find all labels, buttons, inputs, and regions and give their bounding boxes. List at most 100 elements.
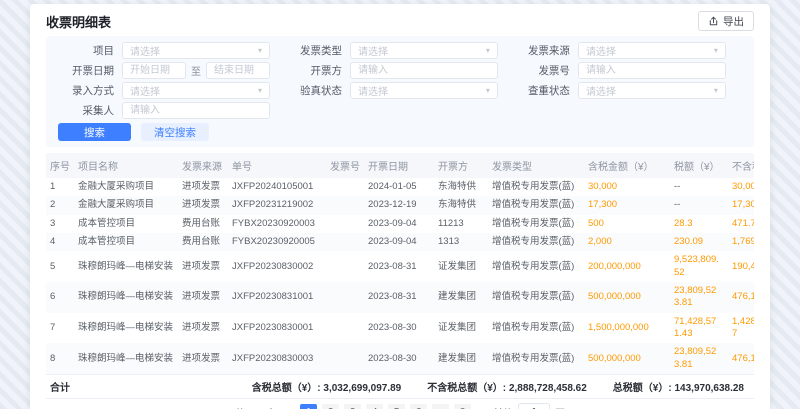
table-row: 4成本管控项目费用台账FYBX202309200052023-09-041313… (46, 233, 754, 251)
cell-no: 1 (46, 178, 74, 196)
filter-label-collector: 采集人 (58, 103, 114, 118)
invoice-report-card: 收票明细表 导出 项目 请选择 ▾ 发票类型 请选择 (30, 4, 770, 409)
invoice-source-placeholder: 请选择 (586, 43, 616, 58)
column-header: 开票日期 (364, 153, 434, 178)
cell-project: 珠穆朗玛峰—电梯安装 (74, 343, 178, 374)
cell-project: 金融大厦采购项目 (74, 178, 178, 196)
cell-tax: 23,809,523.81 (670, 282, 728, 313)
cell-date: 2023-09-04 (364, 233, 434, 251)
start-date-input[interactable] (122, 62, 186, 79)
cell-no: 6 (46, 282, 74, 313)
column-header: 发票来源 (178, 153, 228, 178)
page-button-8[interactable]: 8 (454, 404, 471, 409)
summary-amount-excl-tax: 不含税总额（¥）: 2,888,728,458.62 (427, 379, 587, 394)
clear-search-button[interactable]: 清空搜索 (141, 123, 209, 141)
table-body: 1金融大厦采购项目进项发票JXFP202401050012024-01-05东海… (46, 178, 754, 374)
page-button-1[interactable]: 1 (300, 404, 317, 409)
issuer-input[interactable] (350, 62, 498, 79)
cell-invoice_no (326, 233, 364, 251)
summary-amount-incl-tax: 含税总额（¥）: 3,032,699,097.89 (252, 379, 402, 394)
page-button-5[interactable]: 5 (388, 404, 405, 409)
invoice-no-input[interactable] (578, 62, 726, 79)
cell-date: 2023-08-30 (364, 343, 434, 374)
cell-issuer: 1313 (434, 233, 488, 251)
cell-invoice_no (326, 313, 364, 344)
cell-doc_no: JXFP20240105001 (228, 178, 326, 196)
cell-net: 190,476,190.48 (728, 251, 754, 282)
page-button-6[interactable]: 6 (410, 404, 427, 409)
page-button-4[interactable]: 4 (366, 404, 383, 409)
cell-issuer: 11213 (434, 215, 488, 233)
goto-unit: 页 (555, 405, 565, 409)
table-header-row: 序号项目名称发票来源单号发票号开票日期开票方发票类型含税金额（¥）税额（¥）不含… (46, 153, 754, 178)
cell-doc_no: FYBX20230920003 (228, 215, 326, 233)
table-row: 8珠穆朗玛峰—电梯安装进项发票JXFP20230830003 2023-08-30… (46, 343, 754, 374)
column-header: 项目名称 (74, 153, 178, 178)
table-row: 7珠穆朗玛峰—电梯安装进项发票JXFP202308300012023-08-30… (46, 313, 754, 344)
filter-row: 开票日期 至 开票方 发票号 (58, 62, 742, 79)
verify-status-select[interactable]: 请选择 ▾ (350, 82, 498, 99)
cell-source: 进项发票 (178, 343, 228, 374)
cell-invoice_no (326, 343, 364, 374)
dedup-status-select[interactable]: 请选择 ▾ (578, 82, 726, 99)
cell-type: 增值税专用发票(蓝) (488, 196, 584, 214)
cell-no: 8 (46, 343, 74, 374)
cell-amount: 17,300 (584, 196, 670, 214)
goto-page-input[interactable] (518, 403, 550, 409)
cell-amount: 2,000 (584, 233, 670, 251)
cell-type: 增值税专用发票(蓝) (488, 178, 584, 196)
cell-project: 成本管控项目 (74, 215, 178, 233)
filter-actions: 搜索 清空搜索 (58, 123, 742, 141)
search-button[interactable]: 搜索 (58, 123, 131, 141)
filter-label-dedup-status: 查重状态 (514, 83, 570, 98)
cell-net: 476,190,476.19 (728, 343, 754, 374)
cell-issuer: 建发集团 (434, 282, 488, 313)
column-header: 不含税金额（¥） (728, 153, 754, 178)
cell-doc_no: JXFP20230830003 (228, 343, 326, 374)
cell-net: 476,190,476.19 (728, 282, 754, 313)
cell-no: 4 (46, 233, 74, 251)
end-date-input[interactable] (206, 62, 270, 79)
page-button-3[interactable]: 3 (344, 404, 361, 409)
column-header: 单号 (228, 153, 326, 178)
cell-doc_no: JXFP20230830002 (228, 251, 326, 282)
invoice-type-placeholder: 请选择 (358, 43, 388, 58)
cell-type: 增值税专用发票(蓝) (488, 313, 584, 344)
collector-input[interactable] (122, 102, 270, 119)
invoice-source-select[interactable]: 请选择 ▾ (578, 42, 726, 59)
filter-row: 录入方式 请选择 ▾ 验真状态 请选择 ▾ 查重状态 请选择 ▾ (58, 82, 742, 99)
pagination-ellipsis[interactable]: ... (432, 404, 449, 409)
cell-amount: 500 (584, 215, 670, 233)
summary-row: 合计 含税总额（¥）: 3,032,699,097.89 不含税总额（¥）: 2… (46, 374, 754, 398)
filter-label-invoice-date: 开票日期 (58, 63, 114, 78)
cell-source: 进项发票 (178, 313, 228, 344)
cell-project: 珠穆朗玛峰—电梯安装 (74, 313, 178, 344)
cell-tax: 9,523,809.52 (670, 251, 728, 282)
cell-net: 17,300 (728, 196, 754, 214)
cell-project: 成本管控项目 (74, 233, 178, 251)
page-buttons: 123456... 8 (300, 404, 471, 409)
export-icon (708, 16, 719, 27)
column-header: 序号 (46, 153, 74, 178)
goto-page: 前往 页 (493, 403, 565, 409)
cell-project: 金融大厦采购项目 (74, 196, 178, 214)
page-button-2[interactable]: 2 (322, 404, 339, 409)
cell-net: 30,000 (728, 178, 754, 196)
chevron-down-icon: ▾ (258, 87, 262, 95)
cell-issuer: 证发集团 (434, 313, 488, 344)
column-header: 发票类型 (488, 153, 584, 178)
total-label: 合计 (50, 379, 70, 394)
entry-method-select[interactable]: 请选择 ▾ (122, 82, 270, 99)
cell-net: 471.7 (728, 215, 754, 233)
invoice-type-select[interactable]: 请选择 ▾ (350, 42, 498, 59)
export-button[interactable]: 导出 (698, 11, 754, 31)
cell-date: 2023-08-30 (364, 313, 434, 344)
project-select[interactable]: 请选择 ▾ (122, 42, 270, 59)
cell-no: 7 (46, 313, 74, 344)
chevron-down-icon: ▾ (714, 47, 718, 55)
cell-date: 2024-01-05 (364, 178, 434, 196)
filter-label-invoice-type: 发票类型 (286, 43, 342, 58)
dedup-status-placeholder: 请选择 (586, 83, 616, 98)
summary-total-tax: 总税额（¥）: 143,970,638.28 (613, 379, 744, 394)
filter-label-issuer: 开票方 (286, 63, 342, 78)
